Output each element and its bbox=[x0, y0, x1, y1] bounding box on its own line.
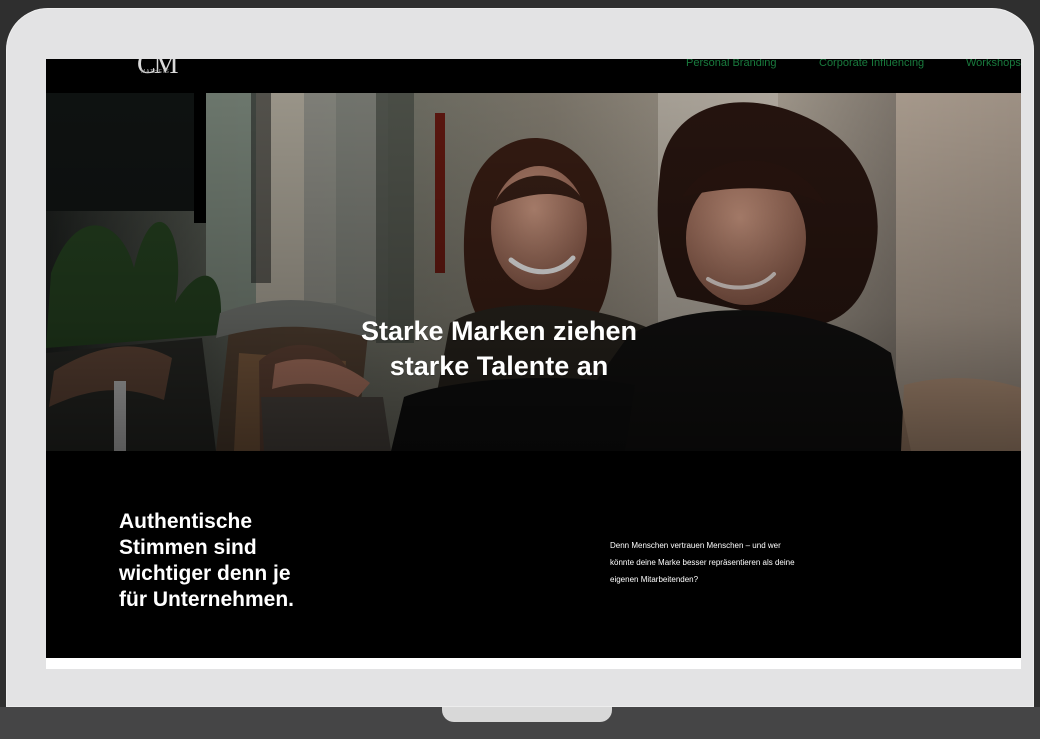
site-header: CM MATHEIS Personal Branding Corporate I… bbox=[46, 59, 1021, 93]
logo-subtitle: MATHEIS bbox=[141, 69, 170, 75]
brand-logo[interactable]: CM MATHEIS bbox=[133, 59, 195, 79]
laptop-notch bbox=[442, 707, 612, 722]
page-divider bbox=[46, 658, 1021, 669]
hero-section: Starke Marken ziehen starke Talente an bbox=[46, 93, 1021, 451]
nav-workshops[interactable]: Workshops bbox=[966, 59, 1021, 69]
authentic-voices-heading: Authentische Stimmen sind wichtiger denn… bbox=[119, 510, 295, 612]
hero-title: Starke Marken ziehen starke Talente an bbox=[250, 314, 748, 384]
nav-personal-branding[interactable]: Personal Branding bbox=[686, 59, 777, 69]
laptop-screen-frame: CM MATHEIS Personal Branding Corporate I… bbox=[6, 8, 1034, 707]
hero-photo bbox=[46, 93, 1021, 451]
hero-title-line: starke Talente an bbox=[389, 351, 609, 382]
authentic-voices-text: Denn Menschen vertrauen Menschen – und w… bbox=[610, 541, 795, 584]
hero-title-line: Starke Marken ziehen bbox=[360, 316, 638, 347]
authentic-voices-section: Authentische Stimmen sind wichtiger denn… bbox=[46, 451, 1021, 658]
website-screen: CM MATHEIS Personal Branding Corporate I… bbox=[46, 59, 1021, 669]
device-background: CM MATHEIS Personal Branding Corporate I… bbox=[0, 0, 1040, 739]
nav-corporate-influencing[interactable]: Corporate Influencing bbox=[819, 59, 924, 69]
